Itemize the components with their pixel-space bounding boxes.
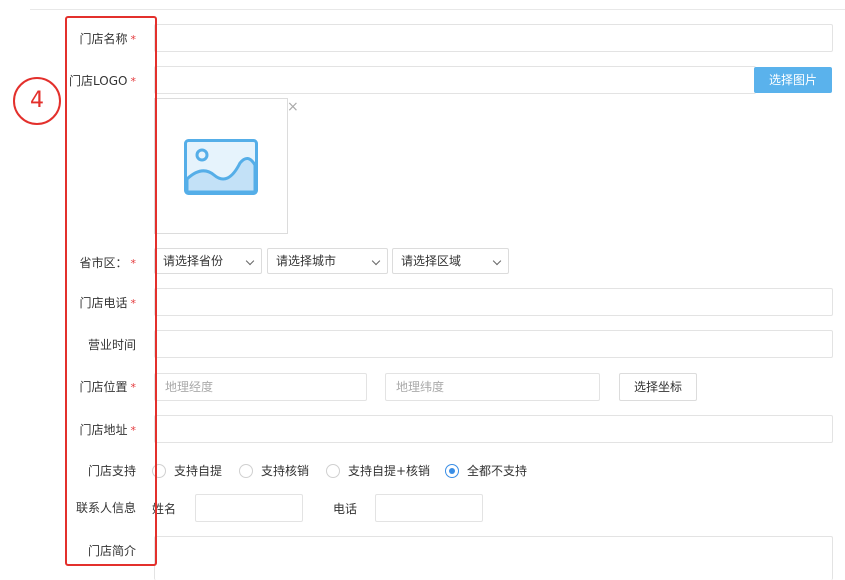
radio-verify-label[interactable]: 支持核销 [261,463,309,479]
longitude-input[interactable]: 地理经度 [154,373,367,401]
annotation-number-badge: 4 [13,77,61,125]
radio-pickup-verify[interactable] [326,464,340,478]
contact-phone-label: 电话 [333,502,358,516]
store-logo-input[interactable] [154,66,756,94]
select-image-button[interactable]: 选择图片 [754,67,832,93]
annotation-highlight-box [65,16,157,566]
chevron-down-icon [245,256,255,266]
intro-textarea[interactable] [154,536,833,580]
chevron-down-icon [371,256,381,266]
radio-none-label[interactable]: 全都不支持 [467,463,527,479]
store-name-input[interactable] [154,24,833,52]
radio-pickup-verify-label[interactable]: 支持自提+核销 [348,463,430,479]
radio-pickup-label[interactable]: 支持自提 [174,463,222,479]
latitude-input[interactable]: 地理纬度 [385,373,600,401]
chevron-down-icon [492,256,502,266]
address-input[interactable] [154,415,833,443]
image-placeholder-icon [184,139,258,195]
phone-input[interactable] [154,288,833,316]
close-icon[interactable]: × [287,100,299,114]
radio-verify[interactable] [239,464,253,478]
logo-preview[interactable] [154,98,288,234]
radio-none[interactable] [445,464,459,478]
contact-phone-input[interactable] [375,494,483,522]
contact-name-input[interactable] [195,494,303,522]
top-divider [30,9,845,10]
district-select[interactable]: 请选择区域 [392,248,509,274]
select-coordinates-button[interactable]: 选择坐标 [619,373,697,401]
hours-input[interactable] [154,330,833,358]
province-select[interactable]: 请选择省份 [154,248,262,274]
city-select[interactable]: 请选择城市 [267,248,388,274]
